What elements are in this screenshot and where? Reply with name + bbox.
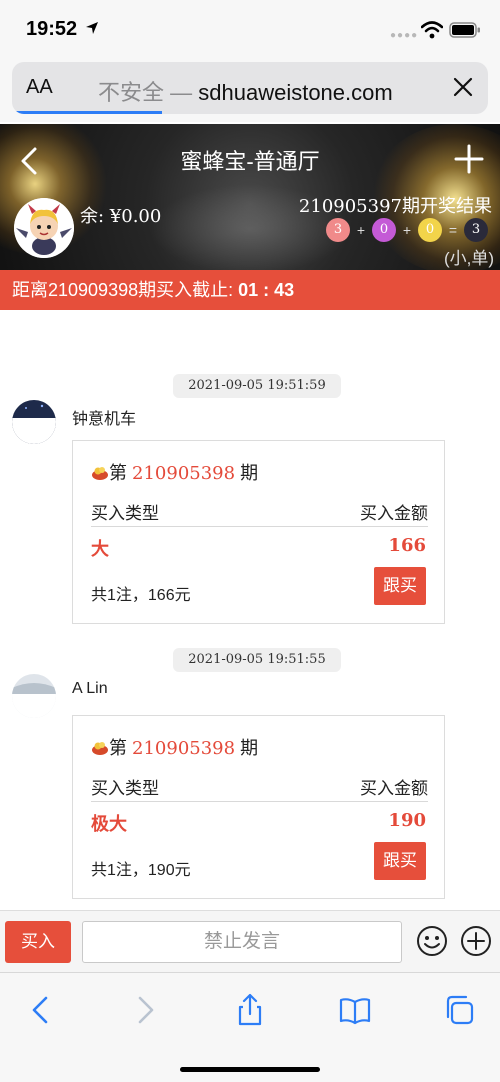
browser-toolbar (0, 972, 500, 1082)
countdown-label: 距离210909398期买入截止: (12, 280, 239, 300)
night-sky-avatar-icon (12, 400, 56, 444)
plus-operator: + (356, 222, 366, 238)
bookmarks-icon[interactable] (338, 993, 372, 1027)
insecure-label: 不安全 — (98, 80, 193, 105)
location-icon (86, 22, 98, 34)
status-bar: 19:52 ●●●● (0, 0, 500, 62)
sender-name: A Lin (72, 680, 108, 697)
room-title: 蜜蜂宝-普通厅 (180, 149, 320, 174)
domain-label: sdhuaweistone.com (198, 80, 393, 105)
avatar[interactable] (12, 400, 56, 444)
bet-columns: 买入类型 买入金额 (91, 772, 428, 802)
bet-columns: 买入类型 买入金额 (91, 497, 428, 527)
back-icon[interactable] (24, 993, 58, 1027)
message-timestamp: 2021-09-05 19:51:59 (173, 374, 341, 398)
signal-dots-icon: ●●●● (390, 30, 419, 41)
balance-text: 余: ¥0.00 (80, 206, 162, 227)
address-bar[interactable]: AA 不安全 — sdhuaweistone.com (12, 62, 488, 114)
last-result-title: 210905397期开奖结果 (298, 196, 492, 217)
bet-type: 极大 (91, 814, 127, 834)
home-indicator (180, 1067, 320, 1072)
column-amount: 买入金额 (360, 779, 428, 798)
page-load-progress (12, 111, 162, 114)
add-circle-icon[interactable] (460, 925, 492, 957)
chat-input-bar: 买入 禁止发言 (0, 910, 500, 972)
period-number: 210905398 (132, 738, 236, 759)
landscape-avatar-icon (12, 674, 56, 718)
result-balls: 3 + 0 + 0 = 3 (326, 218, 496, 242)
browser-address-area: AA 不安全 — sdhuaweistone.com (0, 62, 500, 122)
bet-card: 第 210905398 期 买入类型 买入金额 大 166 共1注，166元 跟… (72, 440, 445, 624)
reader-aa-button[interactable]: AA (26, 76, 53, 99)
share-icon[interactable] (233, 993, 267, 1027)
close-icon[interactable] (452, 76, 474, 98)
bet-period: 第 210905398 期 (91, 459, 258, 485)
countdown-banner: 距离210909398期买入截止: 01 : 43 (0, 270, 500, 310)
result-ball-3: 0 (418, 218, 442, 242)
sender-name: 钟意机车 (72, 411, 137, 428)
result-sum-label: (小,单) (443, 249, 494, 268)
chat-area[interactable]: 2021-09-05 19:51:59 钟意机车 第 210905398 期 买… (0, 310, 500, 910)
devil-avatar-icon (14, 198, 74, 258)
game-header: 蜜蜂宝-普通厅 余: ¥0.00 210905397期开奖结果 3 + 0 + … (0, 124, 500, 270)
url-text[interactable]: 不安全 — sdhuaweistone.com (98, 75, 393, 107)
bet-type: 大 (91, 539, 109, 559)
result-ball-sum: 3 (464, 218, 488, 242)
bet-summary: 共1注，190元 (91, 862, 191, 879)
follow-bet-button[interactable]: 跟买 (374, 567, 426, 605)
coin-pot-icon (92, 467, 108, 480)
bet-period: 第 210905398 期 (91, 734, 258, 760)
column-type: 买入类型 (91, 504, 159, 523)
status-time: 19:52 (26, 18, 78, 40)
message-timestamp: 2021-09-05 19:51:55 (173, 648, 341, 672)
battery-icon (449, 22, 480, 38)
column-type: 买入类型 (91, 779, 159, 798)
period-number: 210905398 (132, 463, 236, 484)
message-input[interactable]: 禁止发言 (82, 921, 402, 963)
user-avatar[interactable] (14, 198, 74, 258)
bet-amount: 190 (388, 810, 426, 831)
follow-bet-button[interactable]: 跟买 (374, 842, 426, 880)
tabs-icon[interactable] (442, 993, 476, 1027)
column-amount: 买入金额 (360, 504, 428, 523)
result-ball-1: 3 (326, 218, 350, 242)
buy-button[interactable]: 买入 (5, 921, 71, 963)
result-ball-2: 0 (372, 218, 396, 242)
avatar[interactable] (12, 674, 56, 718)
plus-icon[interactable] (454, 144, 484, 174)
bet-amount: 166 (388, 535, 426, 556)
countdown-timer: 01 : 43 (238, 280, 295, 300)
bet-card: 第 210905398 期 买入类型 买入金额 极大 190 共1注，190元 … (72, 715, 445, 899)
bet-summary: 共1注，166元 (91, 587, 191, 604)
equals-operator: = (448, 222, 458, 238)
forward-icon[interactable] (128, 993, 162, 1027)
plus-operator: + (402, 222, 412, 238)
coin-pot-icon (92, 742, 108, 755)
emoji-icon[interactable] (416, 925, 448, 957)
wifi-icon (421, 21, 443, 39)
